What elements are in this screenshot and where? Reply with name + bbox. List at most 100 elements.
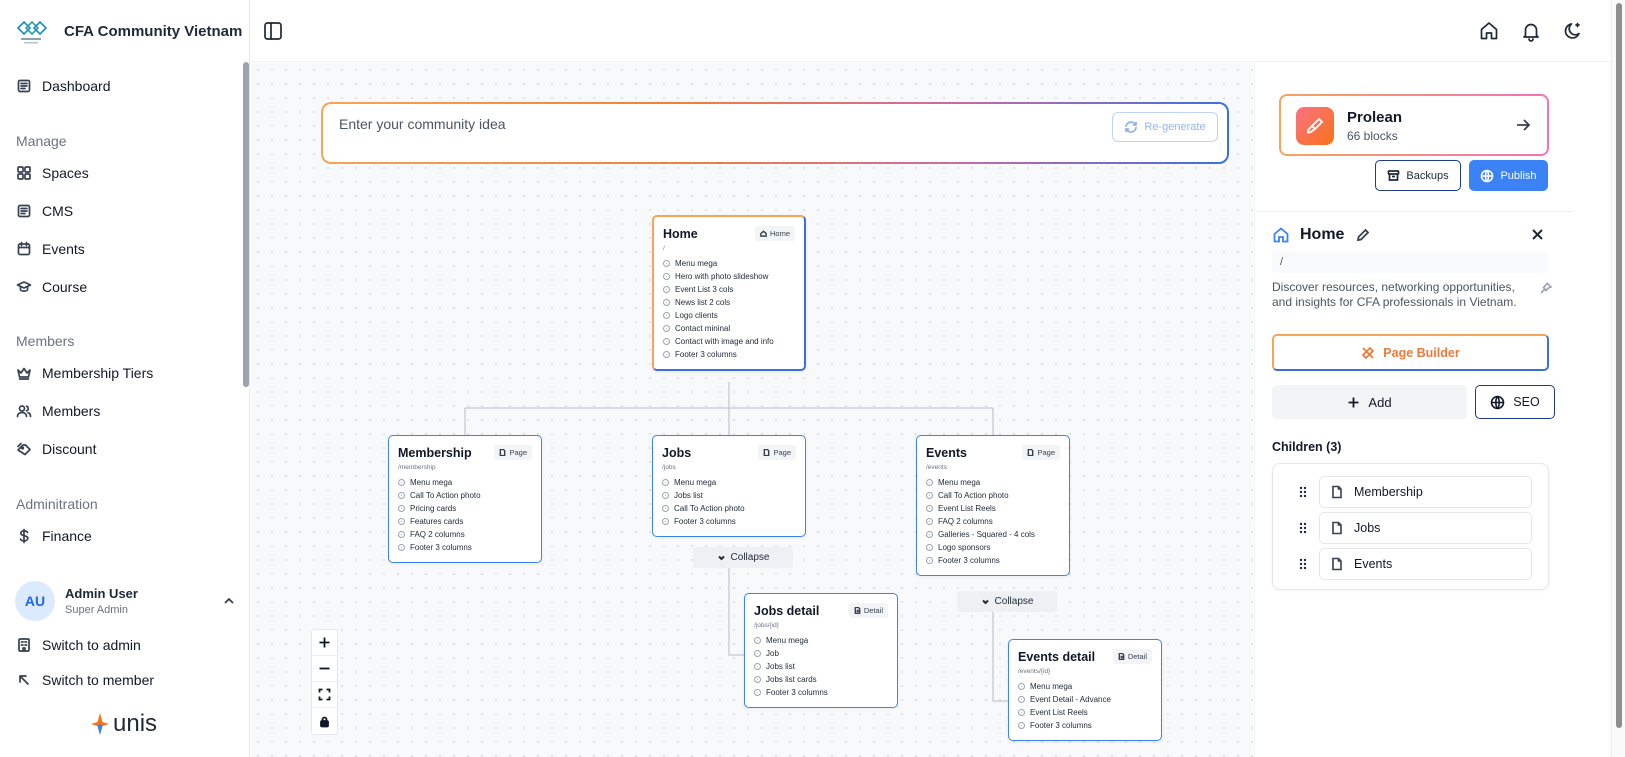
chevron-up-icon[interactable] [221, 593, 237, 609]
user-menu[interactable]: AU Admin User Super Admin [15, 581, 237, 621]
add-child-button[interactable]: Add [1272, 385, 1467, 419]
node-path: /jobs/{id} [754, 622, 779, 629]
sidebar-item-label: Finance [42, 528, 92, 544]
page-description: Discover resources, networking opportuni… [1272, 280, 1517, 309]
node-membership[interactable]: Membership Page /membership Menu mega Ca… [388, 435, 542, 563]
sidebar-item-label: Members [42, 403, 101, 419]
fit-view-button[interactable] [312, 682, 337, 708]
block-item: Menu mega [754, 634, 888, 647]
panel-divider [1255, 211, 1573, 212]
sidebar-item-finance[interactable]: Finance [16, 528, 92, 544]
sidebar-item-events[interactable]: Events [16, 241, 85, 257]
node-path: /events [926, 464, 947, 471]
child-item[interactable]: Events [1299, 548, 1532, 580]
node-badge: Detail [848, 603, 888, 618]
scrollbar-thumb[interactable] [1616, 3, 1622, 728]
seo-button[interactable]: SEO [1475, 385, 1555, 419]
file-icon [1332, 557, 1342, 571]
grid-icon [17, 166, 31, 180]
sidebar-item-cms[interactable]: CMS [16, 203, 73, 219]
page-slug[interactable]: / [1272, 251, 1548, 273]
node-title: Events [926, 445, 967, 460]
node-title: Jobs detail [754, 603, 820, 618]
node-blocks: Menu mega Jobs list Call To Action photo… [653, 476, 805, 536]
window-scrollbar[interactable] [1611, 0, 1625, 757]
node-blocks: Menu mega Hero with photo slideshow Even… [654, 257, 804, 369]
sidebar-scrollbar[interactable] [243, 62, 249, 387]
collapse-jobs-button[interactable]: Collapse [693, 547, 793, 568]
sidebar-item-label: Course [42, 279, 88, 295]
unis-text: unis [113, 710, 158, 737]
block-item: FAQ 2 columns [398, 528, 532, 541]
zoom-out-button[interactable] [312, 656, 337, 682]
switch-to-member[interactable]: Switch to member [16, 672, 154, 688]
home-icon[interactable] [1478, 20, 1500, 42]
switch-to-admin[interactable]: Switch to admin [16, 637, 141, 653]
block-item: FAQ 2 columns [926, 515, 1060, 528]
drag-handle-icon[interactable] [1299, 522, 1307, 534]
project-card[interactable]: Prolean 66 blocks [1279, 94, 1549, 156]
node-path: /events/{id} [1018, 668, 1051, 675]
block-item: Jobs list [754, 660, 888, 673]
node-title: Home [663, 226, 698, 241]
plus-icon [1348, 397, 1359, 407]
file-icon [1332, 485, 1342, 499]
node-jobs-detail[interactable]: Jobs detail Detail /jobs/{id} Menu mega … [744, 593, 898, 708]
node-title: Membership [398, 445, 472, 460]
spark-icon [91, 713, 109, 735]
node-blocks: Menu mega Job Jobs list Jobs list cards … [745, 634, 897, 707]
lock-icon [320, 716, 329, 727]
child-page-membership[interactable]: Membership [1319, 476, 1532, 508]
zoom-controls [311, 629, 338, 735]
node-events-detail[interactable]: Events detail Detail /events/{id} Menu m… [1008, 639, 1162, 741]
zoom-in-button[interactable] [312, 630, 337, 656]
sidebar-item-dashboard[interactable]: Dashboard [16, 78, 111, 94]
pencil-icon[interactable] [1356, 228, 1370, 242]
sidebar-item-discount[interactable]: Discount [16, 441, 96, 457]
sitemap-canvas[interactable]: Re-generate Home Home / Menu mega Hero w… [251, 63, 1253, 757]
bell-icon[interactable] [1520, 20, 1542, 42]
node-path: /jobs [662, 464, 676, 471]
block-item: Pricing cards [398, 502, 532, 515]
sidebar-item-membership-tiers[interactable]: Membership Tiers [16, 365, 153, 381]
drag-handle-icon[interactable] [1299, 486, 1307, 498]
pin-icon[interactable] [1540, 282, 1552, 294]
page-title: Home [1300, 226, 1345, 243]
node-jobs[interactable]: Jobs Page /jobs Menu mega Jobs list Call… [652, 435, 806, 537]
arrow-right-icon[interactable] [1514, 116, 1532, 134]
node-badge: Detail [1112, 649, 1152, 664]
block-item: Job [754, 647, 888, 660]
drag-handle-icon[interactable] [1299, 558, 1307, 570]
close-icon[interactable] [1531, 228, 1544, 241]
node-badge: Page [758, 445, 796, 460]
collapse-events-button[interactable]: Collapse [957, 591, 1057, 612]
node-home[interactable]: Home Home / Menu mega Hero with photo sl… [652, 215, 806, 371]
lock-button[interactable] [312, 708, 337, 734]
brand[interactable]: CFA Community Vietnam [14, 14, 242, 48]
globe-icon [1481, 169, 1494, 182]
page-builder-button[interactable]: Page Builder [1272, 334, 1549, 371]
publish-button[interactable]: Publish [1469, 160, 1548, 191]
chevron-down-icon [717, 555, 725, 561]
file-text-icon [854, 607, 861, 614]
sidebar-item-members[interactable]: Members [16, 403, 100, 419]
newspaper-icon [17, 204, 31, 218]
sidebar-toggle-icon[interactable] [262, 20, 284, 42]
node-title: Jobs [662, 445, 692, 460]
theme-toggle-icon[interactable] [1562, 20, 1584, 42]
crown-icon [17, 367, 31, 380]
node-events[interactable]: Events Page /events Menu mega Call To Ac… [916, 435, 1070, 576]
child-page-events[interactable]: Events [1319, 548, 1532, 580]
topbar [251, 0, 1611, 62]
backups-button[interactable]: Backups [1375, 160, 1461, 191]
child-item[interactable]: Membership [1299, 476, 1532, 508]
sidebar-item-spaces[interactable]: Spaces [16, 165, 89, 181]
sidebar-item-label: Discount [42, 441, 97, 457]
child-item[interactable]: Jobs [1299, 512, 1532, 544]
sidebar-item-course[interactable]: Course [16, 279, 87, 295]
file-text-icon [1118, 653, 1125, 660]
node-badge: Page [494, 445, 532, 460]
child-page-jobs[interactable]: Jobs [1319, 512, 1532, 544]
project-name: Prolean [1347, 109, 1403, 126]
block-item: Logo clients [663, 309, 795, 322]
